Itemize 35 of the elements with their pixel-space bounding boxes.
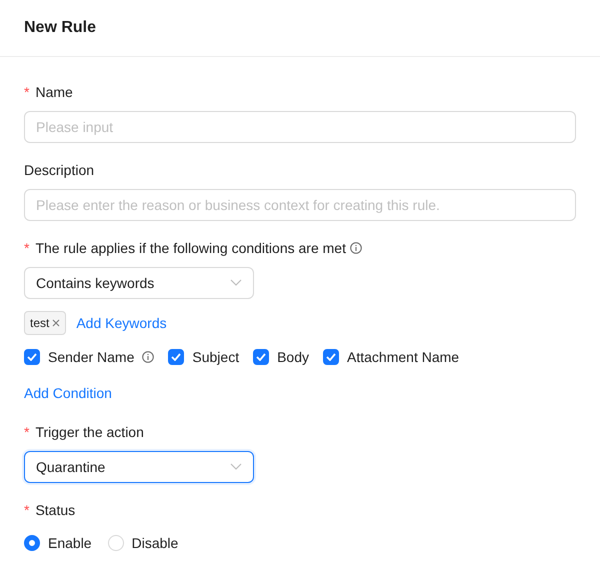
field-label: The rule applies if the following conditions are met <box>35 240 346 256</box>
checkmark-icon <box>326 353 336 361</box>
radio-button[interactable] <box>24 535 40 551</box>
keyword-tag: test <box>24 311 66 335</box>
checkmark-icon <box>256 353 266 361</box>
field-label: Status <box>35 502 76 518</box>
checkbox[interactable] <box>24 349 40 365</box>
required-mark: * <box>24 240 30 256</box>
checkbox-label: Subject <box>192 349 240 365</box>
checkbox-label: Body <box>277 349 310 365</box>
select-field[interactable]: Contains keywords <box>24 267 254 299</box>
name-input[interactable]: Please input <box>24 111 576 143</box>
radio-label: Disable <box>132 535 178 551</box>
add-keywords-link[interactable]: Add Keywords <box>76 315 167 331</box>
checkmark-icon <box>27 353 37 361</box>
add-condition-link[interactable]: Add Condition <box>24 385 112 401</box>
chevron-down-icon <box>230 463 242 471</box>
checkmark-icon <box>171 353 182 361</box>
select-field[interactable]: Quarantine <box>24 451 254 483</box>
required-mark: * <box>24 502 30 518</box>
checkbox-label: Attachment Name <box>347 349 460 365</box>
checkbox[interactable] <box>253 349 270 365</box>
checkbox-label: Sender Name <box>48 349 134 365</box>
radio-label: Enable <box>48 535 92 551</box>
checkbox[interactable] <box>168 349 184 365</box>
close-icon[interactable] <box>52 319 60 327</box>
dialog-title: New Rule <box>24 19 96 37</box>
description-input[interactable]: Please enter the reason or business context for creating this rule. <box>24 189 576 221</box>
field-label: Name <box>35 84 73 100</box>
chevron-down-icon <box>230 279 242 287</box>
required-mark: * <box>24 424 30 440</box>
checkbox[interactable] <box>323 349 340 365</box>
field-label: Description <box>24 162 94 178</box>
field-label: Trigger the action <box>35 424 144 440</box>
required-mark: * <box>24 84 30 100</box>
